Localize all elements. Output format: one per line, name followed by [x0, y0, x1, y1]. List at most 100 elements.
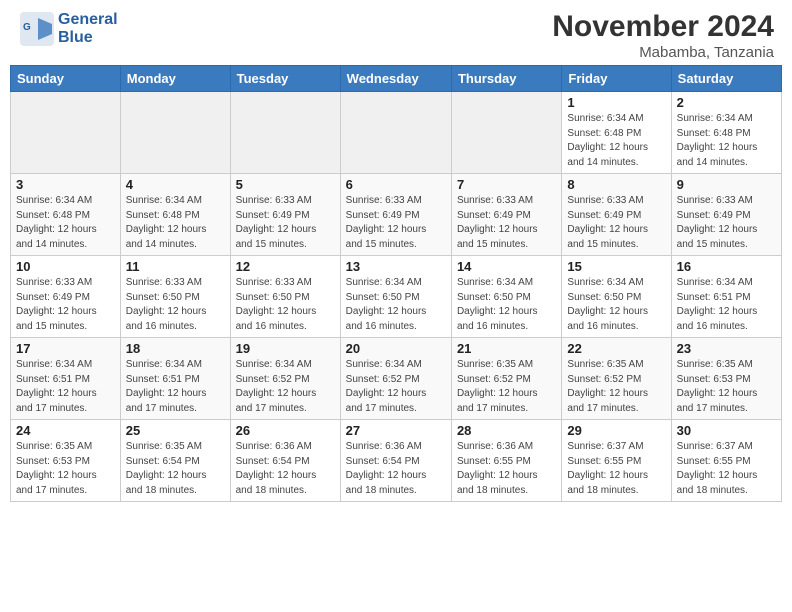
day-header-sunday: Sunday	[11, 66, 121, 92]
day-number: 7	[457, 177, 556, 192]
calendar-cell: 28Sunrise: 6:36 AM Sunset: 6:55 PM Dayli…	[451, 420, 561, 502]
calendar-cell: 18 Sunrise: 6:34 AM Sunset: 6:51 PM Dayli…	[120, 338, 230, 420]
day-number: 8	[567, 177, 665, 192]
calendar-cell: 13 Sunrise: 6:34 AM Sunset: 6:50 PM Dayli…	[340, 256, 451, 338]
day-number: 10	[16, 259, 115, 274]
day-number: 27	[346, 423, 446, 438]
calendar-cell: 3 Sunrise: 6:34 AM Sunset: 6:48 PM Daylig…	[11, 174, 121, 256]
calendar-cell: 8 Sunrise: 6:33 AM Sunset: 6:49 PM Daylig…	[562, 174, 671, 256]
day-number: 3	[16, 177, 115, 192]
day-info: Sunrise: 6:33 AM Sunset: 6:50 PM Dayligh…	[236, 277, 317, 332]
day-info: Sunrise: 6:34 AM Sunset: 6:51 PM Dayligh…	[16, 359, 97, 414]
day-header-tuesday: Tuesday	[230, 66, 340, 92]
calendar-cell	[451, 92, 561, 174]
day-header-friday: Friday	[562, 66, 671, 92]
day-number: 6	[346, 177, 446, 192]
day-info: Sunrise: 6:33 AM Sunset: 6:49 PM Dayligh…	[236, 195, 317, 250]
calendar-cell	[340, 92, 451, 174]
day-info: Sunrise: 6:33 AM Sunset: 6:49 PM Dayligh…	[457, 195, 538, 250]
day-number: 4	[126, 177, 225, 192]
day-number: 18	[126, 341, 225, 356]
day-info: Sunrise: 6:34 AM Sunset: 6:52 PM Dayligh…	[346, 359, 427, 414]
calendar-cell: 2 Sunrise: 6:34 AM Sunset: 6:48 PM Daylig…	[671, 92, 781, 174]
day-info: Sunrise: 6:34 AM Sunset: 6:48 PM Dayligh…	[677, 113, 758, 168]
calendar-cell: 27 Sunrise: 6:36 AM Sunset: 6:54 PM Dayli…	[340, 420, 451, 502]
day-number: 19	[236, 341, 335, 356]
day-number: 5	[236, 177, 335, 192]
day-info: Sunrise: 6:33 AM Sunset: 6:50 PM Dayligh…	[126, 277, 207, 332]
calendar-cell: 26 Sunrise: 6:36 AM Sunset: 6:54 PM Dayli…	[230, 420, 340, 502]
day-info: Sunrise: 6:34 AM Sunset: 6:50 PM Dayligh…	[567, 277, 648, 332]
calendar-cell: 24Sunrise: 6:35 AM Sunset: 6:53 PM Dayli…	[11, 420, 121, 502]
calendar-cell: 15 Sunrise: 6:34 AM Sunset: 6:50 PM Dayli…	[562, 256, 671, 338]
day-number: 26	[236, 423, 335, 438]
day-info: Sunrise: 6:34 AM Sunset: 6:48 PM Dayligh…	[16, 195, 97, 250]
calendar-cell: 20 Sunrise: 6:34 AM Sunset: 6:52 PM Dayli…	[340, 338, 451, 420]
calendar-cell: 22 Sunrise: 6:35 AM Sunset: 6:52 PM Dayli…	[562, 338, 671, 420]
day-header-saturday: Saturday	[671, 66, 781, 92]
calendar-cell: 1 Sunrise: 6:34 AM Sunset: 6:48 PM Daylig…	[562, 92, 671, 174]
day-number: 2	[677, 95, 776, 110]
day-info: Sunrise: 6:34 AM Sunset: 6:52 PM Dayligh…	[236, 359, 317, 414]
day-number: 1	[567, 95, 665, 110]
calendar-cell: 6 Sunrise: 6:33 AM Sunset: 6:49 PM Daylig…	[340, 174, 451, 256]
day-info: Sunrise: 6:37 AM Sunset: 6:55 PM Dayligh…	[567, 441, 648, 496]
calendar-cell: 9Sunrise: 6:33 AM Sunset: 6:49 PM Daylig…	[671, 174, 781, 256]
day-number: 17	[16, 341, 115, 356]
day-number: 13	[346, 259, 446, 274]
logo-icon: G	[18, 10, 56, 48]
day-info: Sunrise: 6:33 AM Sunset: 6:49 PM Dayligh…	[567, 195, 648, 250]
calendar: SundayMondayTuesdayWednesdayThursdayFrid…	[10, 65, 782, 502]
day-number: 21	[457, 341, 556, 356]
calendar-cell: 5 Sunrise: 6:33 AM Sunset: 6:49 PM Daylig…	[230, 174, 340, 256]
day-number: 22	[567, 341, 665, 356]
calendar-cell: 25 Sunrise: 6:35 AM Sunset: 6:54 PM Dayli…	[120, 420, 230, 502]
day-info: Sunrise: 6:35 AM Sunset: 6:53 PM Dayligh…	[677, 359, 758, 414]
calendar-cell: 11Sunrise: 6:33 AM Sunset: 6:50 PM Dayli…	[120, 256, 230, 338]
calendar-cell: 14 Sunrise: 6:34 AM Sunset: 6:50 PM Dayli…	[451, 256, 561, 338]
calendar-cell	[11, 92, 121, 174]
day-info: Sunrise: 6:33 AM Sunset: 6:49 PM Dayligh…	[346, 195, 427, 250]
calendar-cell: 10 Sunrise: 6:33 AM Sunset: 6:49 PM Dayli…	[11, 256, 121, 338]
day-info: Sunrise: 6:36 AM Sunset: 6:54 PM Dayligh…	[346, 441, 427, 496]
calendar-cell	[230, 92, 340, 174]
location: Mabamba, Tanzania	[552, 44, 774, 61]
day-info: Sunrise: 6:34 AM Sunset: 6:50 PM Dayligh…	[346, 277, 427, 332]
day-number: 23	[677, 341, 776, 356]
day-number: 20	[346, 341, 446, 356]
day-number: 12	[236, 259, 335, 274]
day-info: Sunrise: 6:33 AM Sunset: 6:49 PM Dayligh…	[16, 277, 97, 332]
day-info: Sunrise: 6:35 AM Sunset: 6:54 PM Dayligh…	[126, 441, 207, 496]
calendar-cell: 4 Sunrise: 6:34 AM Sunset: 6:48 PM Daylig…	[120, 174, 230, 256]
logo: G General Blue	[18, 10, 118, 48]
day-info: Sunrise: 6:34 AM Sunset: 6:48 PM Dayligh…	[126, 195, 207, 250]
header: G General Blue November 2024 Mabamba, Ta…	[0, 0, 792, 65]
day-info: Sunrise: 6:37 AM Sunset: 6:55 PM Dayligh…	[677, 441, 758, 496]
day-number: 16	[677, 259, 776, 274]
day-header-thursday: Thursday	[451, 66, 561, 92]
calendar-cell: 7 Sunrise: 6:33 AM Sunset: 6:49 PM Daylig…	[451, 174, 561, 256]
day-number: 14	[457, 259, 556, 274]
month-title: November 2024	[552, 10, 774, 44]
day-number: 24	[16, 423, 115, 438]
calendar-cell: 23 Sunrise: 6:35 AM Sunset: 6:53 PM Dayli…	[671, 338, 781, 420]
day-info: Sunrise: 6:35 AM Sunset: 6:52 PM Dayligh…	[567, 359, 648, 414]
day-info: Sunrise: 6:36 AM Sunset: 6:54 PM Dayligh…	[236, 441, 317, 496]
day-info: Sunrise: 6:34 AM Sunset: 6:48 PM Dayligh…	[567, 113, 648, 168]
calendar-cell: 19 Sunrise: 6:34 AM Sunset: 6:52 PM Dayli…	[230, 338, 340, 420]
day-header-monday: Monday	[120, 66, 230, 92]
calendar-cell: 30Sunrise: 6:37 AM Sunset: 6:55 PM Dayli…	[671, 420, 781, 502]
day-number: 15	[567, 259, 665, 274]
day-info: Sunrise: 6:34 AM Sunset: 6:51 PM Dayligh…	[126, 359, 207, 414]
day-info: Sunrise: 6:34 AM Sunset: 6:50 PM Dayligh…	[457, 277, 538, 332]
logo-text: General Blue	[58, 11, 118, 48]
day-info: Sunrise: 6:35 AM Sunset: 6:52 PM Dayligh…	[457, 359, 538, 414]
calendar-cell: 17 Sunrise: 6:34 AM Sunset: 6:51 PM Dayli…	[11, 338, 121, 420]
day-info: Sunrise: 6:34 AM Sunset: 6:51 PM Dayligh…	[677, 277, 758, 332]
day-number: 25	[126, 423, 225, 438]
calendar-cell: 21 Sunrise: 6:35 AM Sunset: 6:52 PM Dayli…	[451, 338, 561, 420]
day-header-wednesday: Wednesday	[340, 66, 451, 92]
day-number: 28	[457, 423, 556, 438]
calendar-cell: 12 Sunrise: 6:33 AM Sunset: 6:50 PM Dayli…	[230, 256, 340, 338]
calendar-cell	[120, 92, 230, 174]
